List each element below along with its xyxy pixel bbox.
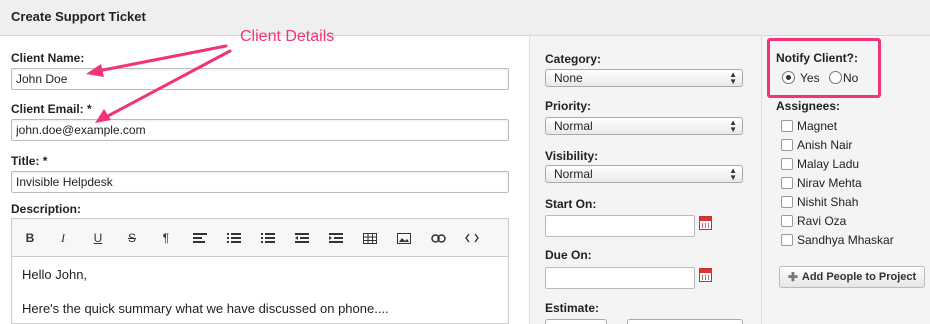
assignee-checkbox[interactable] xyxy=(781,120,793,132)
assignee-name: Magnet xyxy=(797,119,838,133)
start-on-input[interactable] xyxy=(545,215,695,237)
select-arrows-icon: ▲ ▼ xyxy=(729,118,737,134)
assignee-checkbox[interactable] xyxy=(781,158,793,170)
priority-label: Priority: xyxy=(545,99,592,113)
estimate-label: Estimate: xyxy=(545,301,600,315)
assignee-checkbox[interactable] xyxy=(781,234,793,246)
assignee-name: Anish Nair xyxy=(797,138,853,152)
priority-value: Normal xyxy=(554,119,593,133)
due-on-label: Due On: xyxy=(545,248,592,262)
assignee-name: Nishit Shah xyxy=(797,195,859,209)
category-value: None xyxy=(554,71,583,85)
due-on-input[interactable] xyxy=(545,267,695,289)
estimate-hours-select[interactable] xyxy=(545,319,607,324)
visibility-select[interactable]: Normal ▲ ▼ xyxy=(545,165,743,183)
assignee-checkbox[interactable] xyxy=(781,196,793,208)
priority-select[interactable]: Normal ▲ ▼ xyxy=(545,117,743,135)
assignee-name: Malay Ladu xyxy=(797,157,860,171)
plus-icon: ✚ xyxy=(787,270,798,284)
assignee-checkbox[interactable] xyxy=(781,139,793,151)
notify-no-label: No xyxy=(843,71,859,85)
notify-yes-label: Yes xyxy=(800,71,820,85)
notify-highlight xyxy=(767,38,881,98)
category-select[interactable]: None ▲ ▼ xyxy=(545,69,743,87)
select-arrows-icon: ▲ ▼ xyxy=(729,166,737,182)
assignee-name: Nirav Mehta xyxy=(797,176,862,190)
notify-no-radio[interactable] xyxy=(829,71,842,84)
calendar-icon[interactable] xyxy=(699,216,712,230)
visibility-label: Visibility: xyxy=(545,149,599,163)
start-on-label: Start On: xyxy=(545,197,597,211)
add-people-button[interactable]: ✚ Add People to Project xyxy=(779,266,925,288)
category-label: Category: xyxy=(545,52,602,66)
notify-client-label: Notify Client?: xyxy=(776,51,858,65)
add-people-label: Add People to Project xyxy=(801,271,917,283)
estimate-unit-select[interactable] xyxy=(627,319,743,324)
assignee-checkbox[interactable] xyxy=(781,215,793,227)
assignee-name: Sandhya Mhaskar xyxy=(797,233,894,247)
visibility-value: Normal xyxy=(554,167,593,181)
notify-yes-radio[interactable] xyxy=(782,71,795,84)
assignee-name: Ravi Oza xyxy=(797,214,847,228)
calendar-icon[interactable] xyxy=(699,268,712,282)
assignees-label: Assignees: xyxy=(776,99,841,113)
assignee-checkbox[interactable] xyxy=(781,177,793,189)
select-arrows-icon: ▲ ▼ xyxy=(729,70,737,86)
